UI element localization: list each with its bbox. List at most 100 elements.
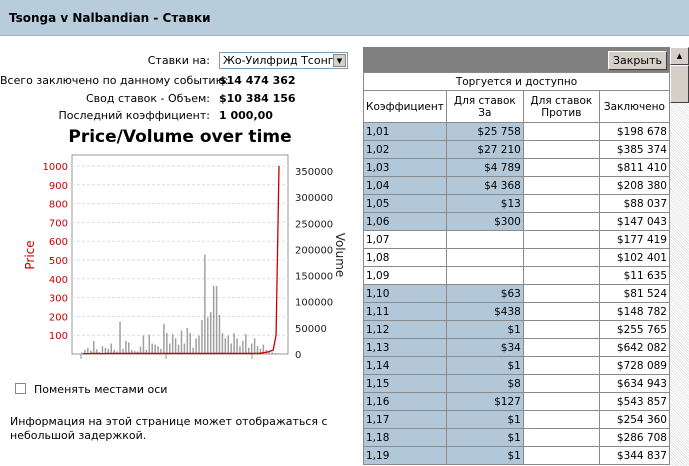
cell-back[interactable]: $1 xyxy=(445,356,524,375)
table-row[interactable]: 1,18 $1 $286 708 xyxy=(363,428,670,447)
scroll-thumb[interactable] xyxy=(670,65,689,103)
cell-lay[interactable] xyxy=(522,392,600,411)
cell-back[interactable]: $300 xyxy=(445,212,524,231)
table-row[interactable]: 1,17 $1 $254 360 xyxy=(363,410,670,429)
cell-back[interactable]: $63 xyxy=(445,284,524,303)
cell-back[interactable] xyxy=(445,266,524,285)
cell-lay[interactable] xyxy=(522,230,600,249)
cell-matched[interactable]: $148 782 xyxy=(598,302,670,321)
table-row[interactable]: 1,07 $177 419 xyxy=(363,230,670,249)
scroll-up-icon[interactable]: ▲ xyxy=(670,47,689,65)
cell-lay[interactable] xyxy=(522,284,600,303)
table-row[interactable]: 1,12 $1 $255 765 xyxy=(363,320,670,339)
cell-matched[interactable]: $102 401 xyxy=(598,248,670,267)
cell-lay[interactable] xyxy=(522,176,600,195)
cell-odds[interactable]: 1,03 xyxy=(363,158,447,177)
bets-on-select[interactable]: Жо-Уилфрид Тсонга ▼ xyxy=(219,52,348,69)
cell-back[interactable]: $27 210 xyxy=(445,140,524,159)
cell-back[interactable]: $8 xyxy=(445,374,524,393)
table-row[interactable]: 1,08 $102 401 xyxy=(363,248,670,267)
table-row[interactable]: 1,15 $8 $634 943 xyxy=(363,374,670,393)
table-row[interactable]: 1,10 $63 $81 524 xyxy=(363,284,670,303)
cell-lay[interactable] xyxy=(522,140,600,159)
cell-back[interactable]: $1 xyxy=(445,428,524,447)
cell-back[interactable]: $25 758 xyxy=(445,122,524,141)
cell-matched[interactable]: $811 410 xyxy=(598,158,670,177)
cell-matched[interactable]: $286 708 xyxy=(598,428,670,447)
table-row[interactable]: 1,04 $4 368 $208 380 xyxy=(363,176,670,195)
table-row[interactable]: 1,06 $300 $147 043 xyxy=(363,212,670,231)
cell-matched[interactable]: $642 082 xyxy=(598,338,670,357)
swap-axes-checkbox[interactable] xyxy=(15,383,26,394)
cell-back[interactable]: $1 xyxy=(445,446,524,465)
cell-odds[interactable]: 1,09 xyxy=(363,266,447,285)
cell-back[interactable] xyxy=(445,230,524,249)
cell-back[interactable]: $4 789 xyxy=(445,158,524,177)
cell-lay[interactable] xyxy=(522,356,600,375)
close-button[interactable]: Закрыть xyxy=(608,51,667,70)
cell-matched[interactable]: $254 360 xyxy=(598,410,670,429)
cell-matched[interactable]: $11 635 xyxy=(598,266,670,285)
cell-odds[interactable]: 1,02 xyxy=(363,140,447,159)
cell-lay[interactable] xyxy=(522,374,600,393)
cell-matched[interactable]: $208 380 xyxy=(598,176,670,195)
cell-odds[interactable]: 1,07 xyxy=(363,230,447,249)
cell-odds[interactable]: 1,10 xyxy=(363,284,447,303)
cell-lay[interactable] xyxy=(522,446,600,465)
cell-matched[interactable]: $88 037 xyxy=(598,194,670,213)
scrollbar[interactable]: ▲ xyxy=(670,47,689,466)
cell-odds[interactable]: 1,17 xyxy=(363,410,447,429)
cell-back[interactable]: $34 xyxy=(445,338,524,357)
cell-lay[interactable] xyxy=(522,158,600,177)
cell-lay[interactable] xyxy=(522,266,600,285)
table-row[interactable]: 1,13 $34 $642 082 xyxy=(363,338,670,357)
table-row[interactable]: 1,02 $27 210 $385 374 xyxy=(363,140,670,159)
cell-odds[interactable]: 1,06 xyxy=(363,212,447,231)
cell-lay[interactable] xyxy=(522,212,600,231)
table-row[interactable]: 1,03 $4 789 $811 410 xyxy=(363,158,670,177)
cell-lay[interactable] xyxy=(522,410,600,429)
cell-matched[interactable]: $385 374 xyxy=(598,140,670,159)
cell-lay[interactable] xyxy=(522,320,600,339)
cell-odds[interactable]: 1,18 xyxy=(363,428,447,447)
cell-back[interactable] xyxy=(445,248,524,267)
cell-matched[interactable]: $344 837 xyxy=(598,446,670,465)
cell-odds[interactable]: 1,13 xyxy=(363,338,447,357)
table-row[interactable]: 1,16 $127 $543 857 xyxy=(363,392,670,411)
cell-matched[interactable]: $543 857 xyxy=(598,392,670,411)
cell-matched[interactable]: $728 089 xyxy=(598,356,670,375)
cell-back[interactable]: $1 xyxy=(445,320,524,339)
table-row[interactable]: 1,05 $13 $88 037 xyxy=(363,194,670,213)
cell-odds[interactable]: 1,11 xyxy=(363,302,447,321)
cell-lay[interactable] xyxy=(522,428,600,447)
cell-matched[interactable]: $255 765 xyxy=(598,320,670,339)
cell-back[interactable]: $13 xyxy=(445,194,524,213)
cell-matched[interactable]: $198 678 xyxy=(598,122,670,141)
table-row[interactable]: 1,09 $11 635 xyxy=(363,266,670,285)
cell-lay[interactable] xyxy=(522,194,600,213)
cell-odds[interactable]: 1,19 xyxy=(363,446,447,465)
cell-lay[interactable] xyxy=(522,338,600,357)
cell-back[interactable]: $1 xyxy=(445,410,524,429)
table-row[interactable]: 1,01 $25 758 $198 678 xyxy=(363,122,670,141)
cell-back[interactable]: $438 xyxy=(445,302,524,321)
chevron-down-icon[interactable]: ▼ xyxy=(333,54,346,67)
cell-back[interactable]: $127 xyxy=(445,392,524,411)
cell-odds[interactable]: 1,12 xyxy=(363,320,447,339)
table-row[interactable]: 1,19 $1 $344 837 xyxy=(363,446,670,465)
cell-matched[interactable]: $147 043 xyxy=(598,212,670,231)
table-row[interactable]: 1,11 $438 $148 782 xyxy=(363,302,670,321)
cell-lay[interactable] xyxy=(522,122,600,141)
cell-back[interactable]: $4 368 xyxy=(445,176,524,195)
cell-odds[interactable]: 1,01 xyxy=(363,122,447,141)
table-row[interactable]: 1,14 $1 $728 089 xyxy=(363,356,670,375)
cell-odds[interactable]: 1,16 xyxy=(363,392,447,411)
cell-matched[interactable]: $177 419 xyxy=(598,230,670,249)
cell-odds[interactable]: 1,04 xyxy=(363,176,447,195)
cell-lay[interactable] xyxy=(522,302,600,321)
cell-matched[interactable]: $81 524 xyxy=(598,284,670,303)
cell-odds[interactable]: 1,14 xyxy=(363,356,447,375)
cell-odds[interactable]: 1,05 xyxy=(363,194,447,213)
cell-matched[interactable]: $634 943 xyxy=(598,374,670,393)
cell-odds[interactable]: 1,15 xyxy=(363,374,447,393)
